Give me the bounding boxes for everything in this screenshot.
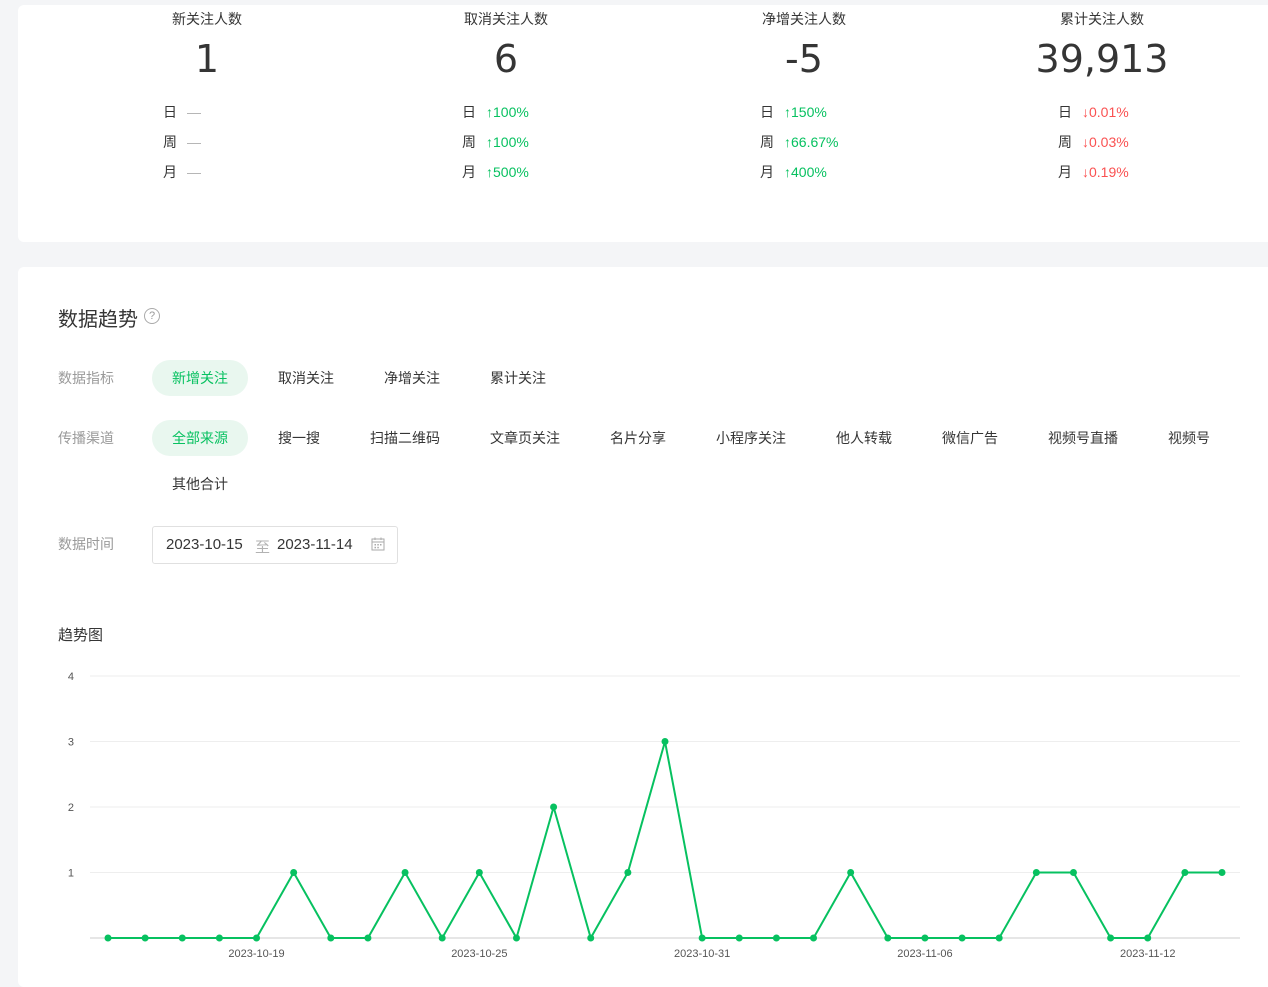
channel-option[interactable]: 扫描二维码 (350, 420, 460, 456)
change-value: ↑150% (774, 97, 864, 127)
channel-option[interactable]: 其他合计 (152, 466, 248, 502)
arrow-down-icon: ↓ (1082, 164, 1089, 180)
change-value: ↑100% (476, 97, 566, 127)
change-percent: 0.03% (1089, 134, 1129, 150)
date-range-picker[interactable]: 2023-10-15 至 2023-11-14 (152, 526, 398, 564)
change-value: ↓0.03% (1072, 127, 1162, 157)
channel-option[interactable]: 文章页关注 (470, 420, 580, 456)
stat-change-row: 周 ↑100% (356, 127, 656, 157)
trend-card: 数据趋势 ? 数据指标 新增关注 取消关注 净增关注 累计关注 传播渠道 全部来源 搜一… (18, 267, 1268, 987)
arrow-down-icon: ↓ (1082, 104, 1089, 120)
date-end[interactable]: 2023-11-14 (277, 536, 353, 553)
change-value: ↑400% (774, 157, 864, 187)
change-percent: 500% (493, 164, 529, 180)
change-percent: — (187, 164, 201, 180)
stat-card: 新关注人数 1 日 — 周 — 月 — (57, 5, 357, 187)
arrow-up-icon: ↑ (784, 134, 791, 150)
period-label: 周 (462, 134, 476, 150)
change-percent: — (187, 134, 201, 150)
channel-option[interactable]: 视频号 (1148, 420, 1230, 456)
stat-title: 取消关注人数 (464, 11, 548, 27)
arrow-up-icon: ↑ (486, 134, 493, 150)
metric-option[interactable]: 取消关注 (258, 360, 354, 396)
stat-change-row: 月 ↑500% (356, 157, 656, 187)
change-value: ↑100% (476, 127, 566, 157)
change-percent: 100% (493, 104, 529, 120)
period-label: 日 (462, 104, 476, 120)
change-percent: 150% (791, 104, 827, 120)
stat-title: 净增关注人数 (762, 11, 846, 27)
metric-option[interactable]: 累计关注 (470, 360, 566, 396)
period-label: 日 (1058, 104, 1072, 120)
stat-card: 累计关注人数 39,913 日 ↓0.01% 周 ↓0.03% 月 ↓0.19% (952, 5, 1252, 187)
arrow-up-icon: ↑ (784, 104, 791, 120)
date-start[interactable]: 2023-10-15 (166, 536, 243, 553)
change-value: ↑66.67% (774, 127, 864, 157)
arrow-up-icon: ↑ (486, 104, 493, 120)
change-value: ↑500% (476, 157, 566, 187)
channel-label: 传播渠道 (58, 430, 114, 446)
period-label: 月 (1058, 164, 1072, 180)
stat-change-row: 周 ↓0.03% (952, 127, 1252, 157)
summary-card: 新关注人数 1 日 — 周 — 月 — 取消关注人数 6 日 ↑100% 周 ↑100% 月 ↑500% 净增关… (18, 5, 1268, 242)
arrow-down-icon: ↓ (1082, 134, 1089, 150)
period-label: 日 (760, 104, 774, 120)
stat-title: 累计关注人数 (1060, 11, 1144, 27)
stat-change-row: 日 ↑150% (654, 97, 954, 127)
stat-change-row: 周 — (57, 127, 357, 157)
chart-title: 趋势图 (58, 627, 104, 644)
period-label: 周 (760, 134, 774, 150)
arrow-up-icon: ↑ (784, 164, 791, 180)
stat-card: 净增关注人数 -5 日 ↑150% 周 ↑66.67% 月 ↑400% (654, 5, 954, 187)
arrow-up-icon: ↑ (486, 164, 493, 180)
section-title: 数据趋势 (58, 309, 138, 331)
stat-value: 6 (493, 37, 519, 81)
stat-change-row: 周 ↑66.67% (654, 127, 954, 157)
channel-option[interactable]: 名片分享 (590, 420, 686, 456)
stat-change-row: 日 ↓0.01% (952, 97, 1252, 127)
period-label: 周 (1058, 134, 1072, 150)
change-percent: 0.01% (1089, 104, 1129, 120)
stat-value: -5 (785, 37, 823, 81)
period-label: 月 (163, 164, 177, 180)
date-separator: 至 (255, 539, 271, 556)
change-percent: 400% (791, 164, 827, 180)
change-value: — (177, 157, 267, 187)
change-percent: 100% (493, 134, 529, 150)
stat-value: 1 (194, 37, 220, 81)
question-circle-icon[interactable]: ? (144, 308, 160, 324)
period-label: 月 (760, 164, 774, 180)
metric-option[interactable]: 净增关注 (364, 360, 460, 396)
change-percent: — (187, 104, 201, 120)
change-percent: 0.19% (1089, 164, 1129, 180)
channel-option[interactable]: 微信广告 (922, 420, 1018, 456)
date-label: 数据时间 (58, 536, 114, 552)
period-label: 月 (462, 164, 476, 180)
stat-change-row: 日 ↑100% (356, 97, 656, 127)
stat-change-row: 月 ↓0.19% (952, 157, 1252, 187)
metric-label: 数据指标 (58, 370, 114, 386)
change-value: ↓0.19% (1072, 157, 1162, 187)
stat-card: 取消关注人数 6 日 ↑100% 周 ↑100% 月 ↑500% (356, 5, 656, 187)
calendar-icon[interactable] (371, 537, 385, 555)
period-label: 日 (163, 104, 177, 120)
channel-option[interactable]: 小程序关注 (696, 420, 806, 456)
stat-value: 39,913 (1035, 37, 1169, 81)
period-label: 周 (163, 134, 177, 150)
change-value: ↓0.01% (1072, 97, 1162, 127)
channel-option[interactable]: 他人转载 (816, 420, 912, 456)
stat-change-row: 月 — (57, 157, 357, 187)
channel-option[interactable]: 全部来源 (152, 420, 248, 456)
channel-option[interactable]: 视频号直播 (1028, 420, 1138, 456)
stat-change-row: 日 — (57, 97, 357, 127)
change-value: — (177, 127, 267, 157)
change-percent: 66.67% (791, 134, 839, 150)
stat-change-row: 月 ↑400% (654, 157, 954, 187)
change-value: — (177, 97, 267, 127)
channel-option[interactable]: 搜一搜 (258, 420, 340, 456)
metric-option[interactable]: 新增关注 (152, 360, 248, 396)
stat-title: 新关注人数 (172, 11, 242, 27)
